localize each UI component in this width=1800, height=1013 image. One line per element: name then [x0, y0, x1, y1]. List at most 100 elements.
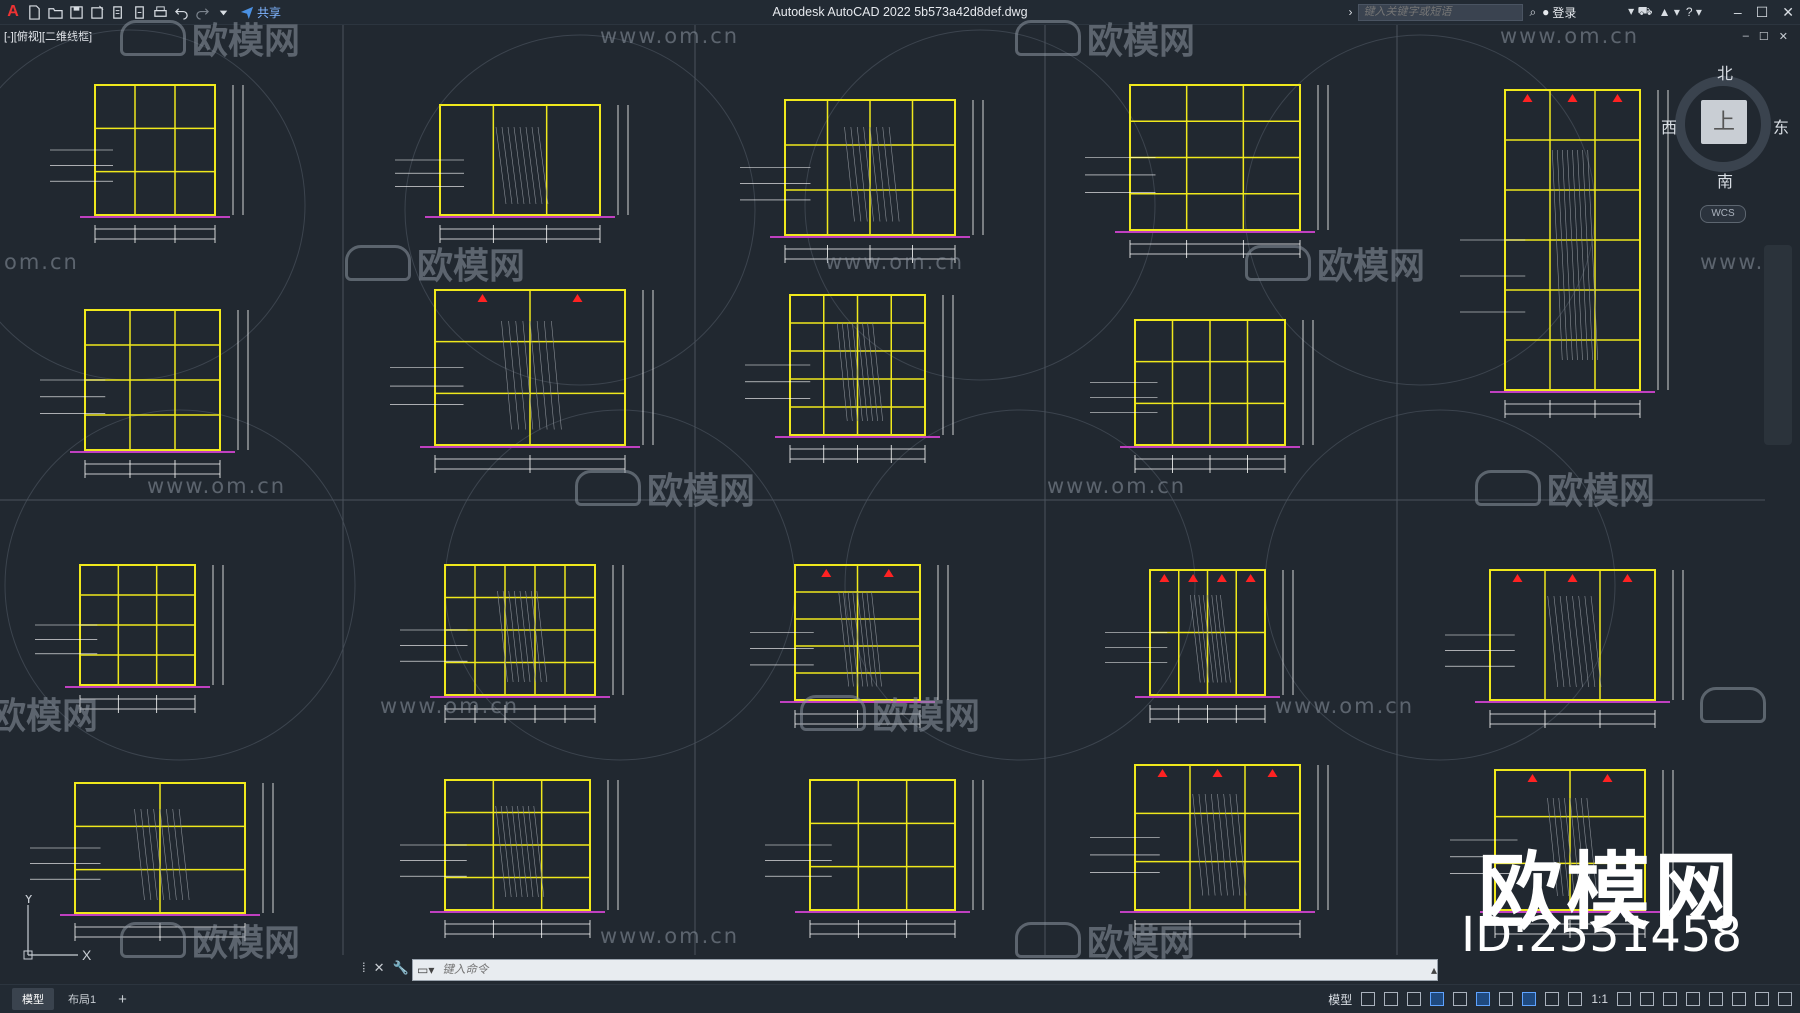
autocad-logo-icon[interactable]: A — [4, 3, 22, 21]
watermark-url: www.om.cn — [825, 250, 965, 274]
command-prompt-icon[interactable]: ▭▾ — [417, 963, 434, 977]
watermark-url: om.cn — [4, 250, 79, 274]
isolate-objects-icon[interactable] — [1709, 992, 1723, 1006]
title-bar-right: › ⌕ ●登录 ▾ ⛟ ▲ ▾ ? ▾ – ☐ ✕ — [1348, 0, 1800, 24]
annotation-scale-value[interactable]: 1:1 — [1591, 992, 1608, 1006]
units-icon[interactable] — [1663, 992, 1677, 1006]
elevation-drawing[interactable] — [395, 104, 629, 243]
elevation-drawings — [30, 84, 1684, 941]
search-input[interactable] — [1358, 3, 1524, 21]
sofa-logo-icon — [120, 20, 186, 56]
open-icon[interactable] — [47, 4, 64, 21]
search-expand-icon[interactable]: › — [1348, 5, 1352, 19]
elevation-drawing[interactable] — [400, 779, 619, 938]
sofa-logo-icon — [1475, 470, 1541, 506]
status-tools: 模型 1:1 — [1328, 985, 1792, 1013]
elevation-drawing[interactable] — [1090, 319, 1314, 473]
command-input[interactable] — [434, 960, 1427, 980]
command-customize-icon[interactable]: 🔧 — [393, 960, 409, 976]
viewcube[interactable]: 上 北 南 西 东 — [1661, 64, 1789, 191]
watermark-brand: 欧模网 — [1245, 237, 1425, 289]
search-icon[interactable]: ⌕ — [1529, 5, 1536, 20]
viewcube-top-face[interactable]: 上 — [1701, 100, 1747, 144]
watermark-url: www.om.cn — [1500, 24, 1640, 48]
tab-layout1[interactable]: 布局1 — [58, 988, 106, 1010]
quick-properties-icon[interactable] — [1686, 992, 1700, 1006]
minimize-button[interactable]: – — [1734, 4, 1742, 21]
model-space-toggle[interactable]: 模型 — [1328, 991, 1352, 1008]
elevation-drawing[interactable] — [740, 99, 984, 263]
login-label: 登录 — [1552, 5, 1577, 20]
elevation-drawing[interactable] — [50, 84, 244, 243]
watermark-brand: 欧模网 — [1015, 12, 1195, 64]
command-line[interactable]: ▭▾ ▴ — [412, 959, 1438, 981]
saveas-icon[interactable] — [89, 4, 106, 21]
object-track-icon[interactable] — [1499, 992, 1514, 1006]
sofa-logo-icon — [1245, 245, 1311, 281]
autoscale-icon[interactable] — [1545, 992, 1560, 1006]
ucs-x-label: X — [82, 947, 92, 963]
watermark-brand-text: 欧模网 — [872, 696, 981, 737]
navigation-bar[interactable] — [1764, 245, 1792, 445]
annotation-monitor-icon[interactable] — [1640, 992, 1654, 1006]
watermark-brand: 欧模网 — [345, 237, 525, 289]
maximize-button[interactable]: ☐ — [1756, 4, 1769, 21]
elevation-drawing[interactable] — [1445, 569, 1684, 728]
cart-icon[interactable]: ▾ ⛟ — [1628, 4, 1652, 20]
watermark-brand: 欧模网 — [575, 462, 755, 514]
close-button[interactable]: ✕ — [1782, 4, 1794, 21]
elevation-drawing[interactable] — [40, 309, 249, 478]
sofa-logo-icon — [1700, 687, 1766, 723]
command-grip-icon[interactable]: ⁞ — [362, 960, 366, 976]
help-icon[interactable]: ? ▾ — [1686, 5, 1702, 19]
command-close-icon[interactable]: ✕ — [374, 960, 385, 976]
polar-icon[interactable] — [1430, 992, 1445, 1006]
save-icon[interactable] — [68, 4, 85, 21]
status-bar: 模型 布局1 + 模型 1:1 — [0, 984, 1800, 1013]
autodesk-app-icon[interactable]: ▲ ▾ — [1659, 5, 1680, 19]
add-layout-icon[interactable]: + — [110, 991, 135, 1008]
layout-tabs: 模型 布局1 + — [0, 988, 135, 1010]
ucs-icon: Y X — [23, 895, 92, 963]
watermark-url: www.om.cn — [1047, 474, 1187, 498]
watermark-url: www.om.cn — [600, 924, 740, 948]
ortho-icon[interactable] — [1407, 992, 1422, 1006]
watermark-brand-text: 欧模网 — [1317, 246, 1426, 287]
watermark-url: www.om.cn — [1275, 694, 1415, 718]
elevation-drawing[interactable] — [1085, 84, 1329, 258]
compass-east[interactable]: 东 — [1773, 114, 1789, 138]
sofa-logo-icon — [800, 695, 866, 731]
clean-screen-icon[interactable] — [1755, 992, 1769, 1006]
watermark-brand: 欧模网 — [120, 12, 300, 64]
customization-menu-icon[interactable] — [1778, 992, 1792, 1006]
compass-south[interactable]: 南 — [1717, 168, 1733, 192]
command-line-tools: ⁞ ✕ 🔧 — [362, 960, 409, 976]
elevation-drawing[interactable] — [1105, 569, 1294, 723]
watermark-brand-text: 欧模网 — [417, 246, 526, 287]
hardware-acceleration-icon[interactable] — [1732, 992, 1746, 1006]
ucs-y-label: Y — [24, 895, 34, 906]
object-snap-icon[interactable] — [1476, 992, 1491, 1006]
watermark-brand-text: 欧模网 — [192, 923, 301, 964]
annotation-scale-icon[interactable] — [1568, 992, 1583, 1006]
workspace-gear-icon[interactable] — [1617, 992, 1631, 1006]
watermark-url: www.om.cn — [600, 24, 740, 48]
compass-west[interactable]: 西 — [1661, 114, 1677, 138]
watermark-circles — [0, 29, 1616, 761]
elevation-drawing[interactable] — [1460, 89, 1669, 418]
watermark-brand-text: 欧模网 — [1087, 21, 1196, 62]
grid-icon[interactable] — [1361, 992, 1376, 1006]
window-controls: – ☐ ✕ — [1734, 4, 1794, 21]
login-button[interactable]: ● 登录 — [1542, 4, 1622, 21]
tab-model[interactable]: 模型 — [12, 988, 54, 1010]
elevation-drawing[interactable] — [765, 779, 984, 938]
elevation-drawing[interactable] — [1090, 764, 1329, 938]
elevation-drawing[interactable] — [745, 294, 954, 463]
command-history-icon[interactable]: ▴ — [1431, 963, 1437, 977]
isodraft-icon[interactable] — [1453, 992, 1468, 1006]
snap-icon[interactable] — [1384, 992, 1399, 1006]
new-icon[interactable] — [26, 4, 43, 21]
annotation-visibility-icon[interactable] — [1522, 992, 1537, 1006]
wcs-menu-button[interactable]: WCS — [1700, 205, 1746, 223]
compass-north[interactable]: 北 — [1717, 60, 1733, 84]
